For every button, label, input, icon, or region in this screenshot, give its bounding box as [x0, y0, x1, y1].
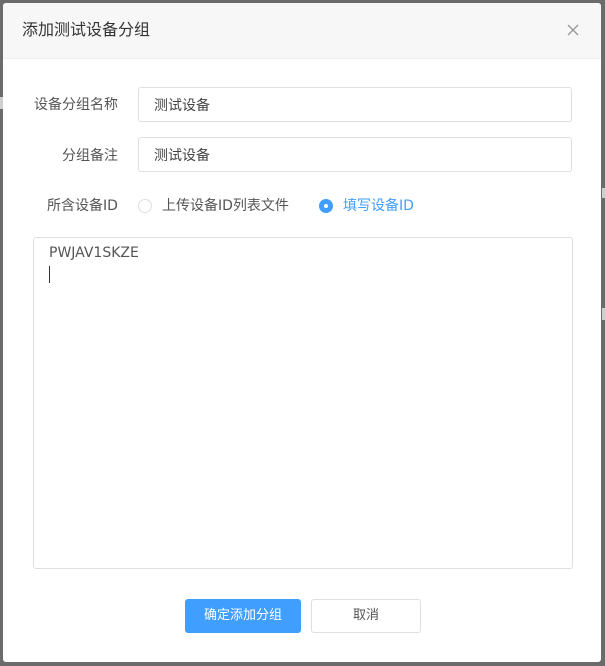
add-test-device-group-dialog: 添加测试设备分组 设备分组名称 分组备注 所含设备ID 上传设备ID列表文件 填…: [3, 3, 601, 662]
radio-unchecked-icon: [138, 199, 152, 213]
radio-enter-device-id-label: 填写设备ID: [343, 198, 414, 214]
confirm-add-group-button[interactable]: 确定添加分组: [185, 599, 301, 633]
cancel-button[interactable]: 取消: [311, 599, 421, 633]
dialog-header: 添加测试设备分组: [3, 3, 601, 59]
group-note-label: 分组备注: [62, 148, 118, 164]
radio-checked-icon: [319, 199, 333, 213]
group-name-label: 设备分组名称: [34, 97, 118, 113]
device-ids-textarea[interactable]: [33, 237, 573, 569]
group-note-input[interactable]: [138, 137, 572, 172]
radio-upload-id-file-label: 上传设备ID列表文件: [162, 198, 289, 214]
dialog-title: 添加测试设备分组: [22, 20, 151, 39]
radio-upload-id-file[interactable]: 上传设备ID列表文件: [138, 197, 289, 215]
device-ids-label: 所含设备ID: [47, 198, 118, 214]
group-name-input[interactable]: [138, 87, 572, 122]
radio-enter-device-id[interactable]: 填写设备ID: [319, 197, 414, 215]
close-icon[interactable]: [566, 23, 580, 37]
text-caret: [49, 266, 50, 283]
